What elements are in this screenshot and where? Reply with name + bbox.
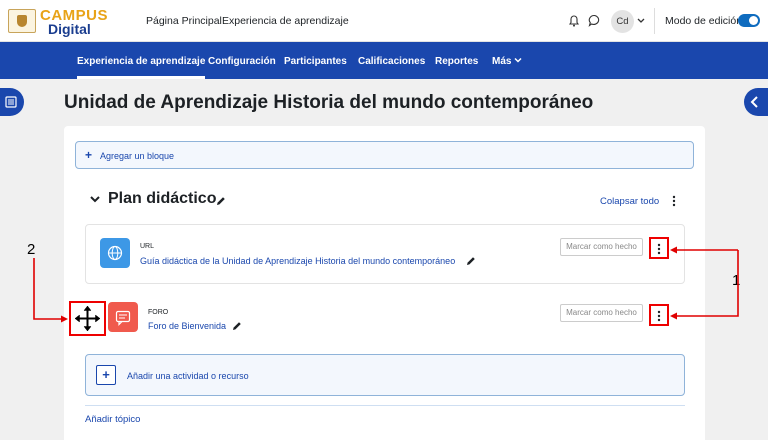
- annotation-arrows: [33, 246, 739, 323]
